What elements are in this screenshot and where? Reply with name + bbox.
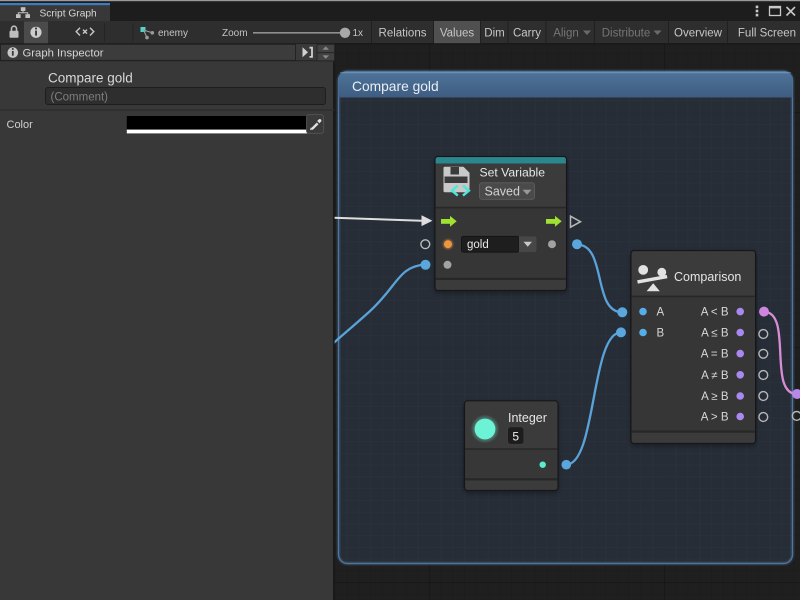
svg-text:Compare gold: Compare gold (48, 71, 133, 86)
svg-text:Set Variable: Set Variable (480, 166, 546, 180)
svg-text:Graph Inspector: Graph Inspector (23, 48, 104, 60)
svg-text:A ≥ B: A ≥ B (701, 391, 729, 403)
svg-text:Comparison: Comparison (674, 270, 741, 284)
svg-text:5: 5 (512, 429, 519, 443)
svg-text:Compare gold: Compare gold (352, 79, 439, 94)
svg-text:gold: gold (467, 239, 489, 251)
svg-text:A ≠ B: A ≠ B (701, 370, 729, 382)
svg-text:Values: Values (440, 27, 475, 39)
svg-text:Zoom: Zoom (222, 28, 248, 39)
svg-text:A < B: A < B (701, 307, 729, 319)
svg-text:enemy: enemy (158, 28, 188, 39)
svg-text:Align: Align (553, 27, 579, 39)
svg-text:1x: 1x (353, 28, 364, 39)
svg-text:A ≤ B: A ≤ B (701, 328, 729, 340)
svg-text:(Comment): (Comment) (51, 92, 109, 104)
svg-text:Distribute: Distribute (602, 27, 651, 39)
svg-text:A: A (657, 307, 665, 319)
svg-text:Integer: Integer (508, 411, 547, 425)
svg-text:Relations: Relations (379, 27, 427, 39)
svg-text:Overview: Overview (674, 27, 723, 39)
svg-text:Carry: Carry (513, 27, 541, 39)
svg-text:Script Graph: Script Graph (40, 9, 97, 20)
svg-text:A > B: A > B (701, 412, 729, 424)
svg-text:B: B (657, 328, 665, 340)
svg-text:Saved: Saved (485, 185, 520, 199)
svg-text:Full Screen: Full Screen (738, 27, 796, 39)
svg-text:Dim: Dim (484, 27, 504, 39)
svg-text:A = B: A = B (701, 349, 729, 361)
svg-text:Color: Color (7, 119, 34, 131)
